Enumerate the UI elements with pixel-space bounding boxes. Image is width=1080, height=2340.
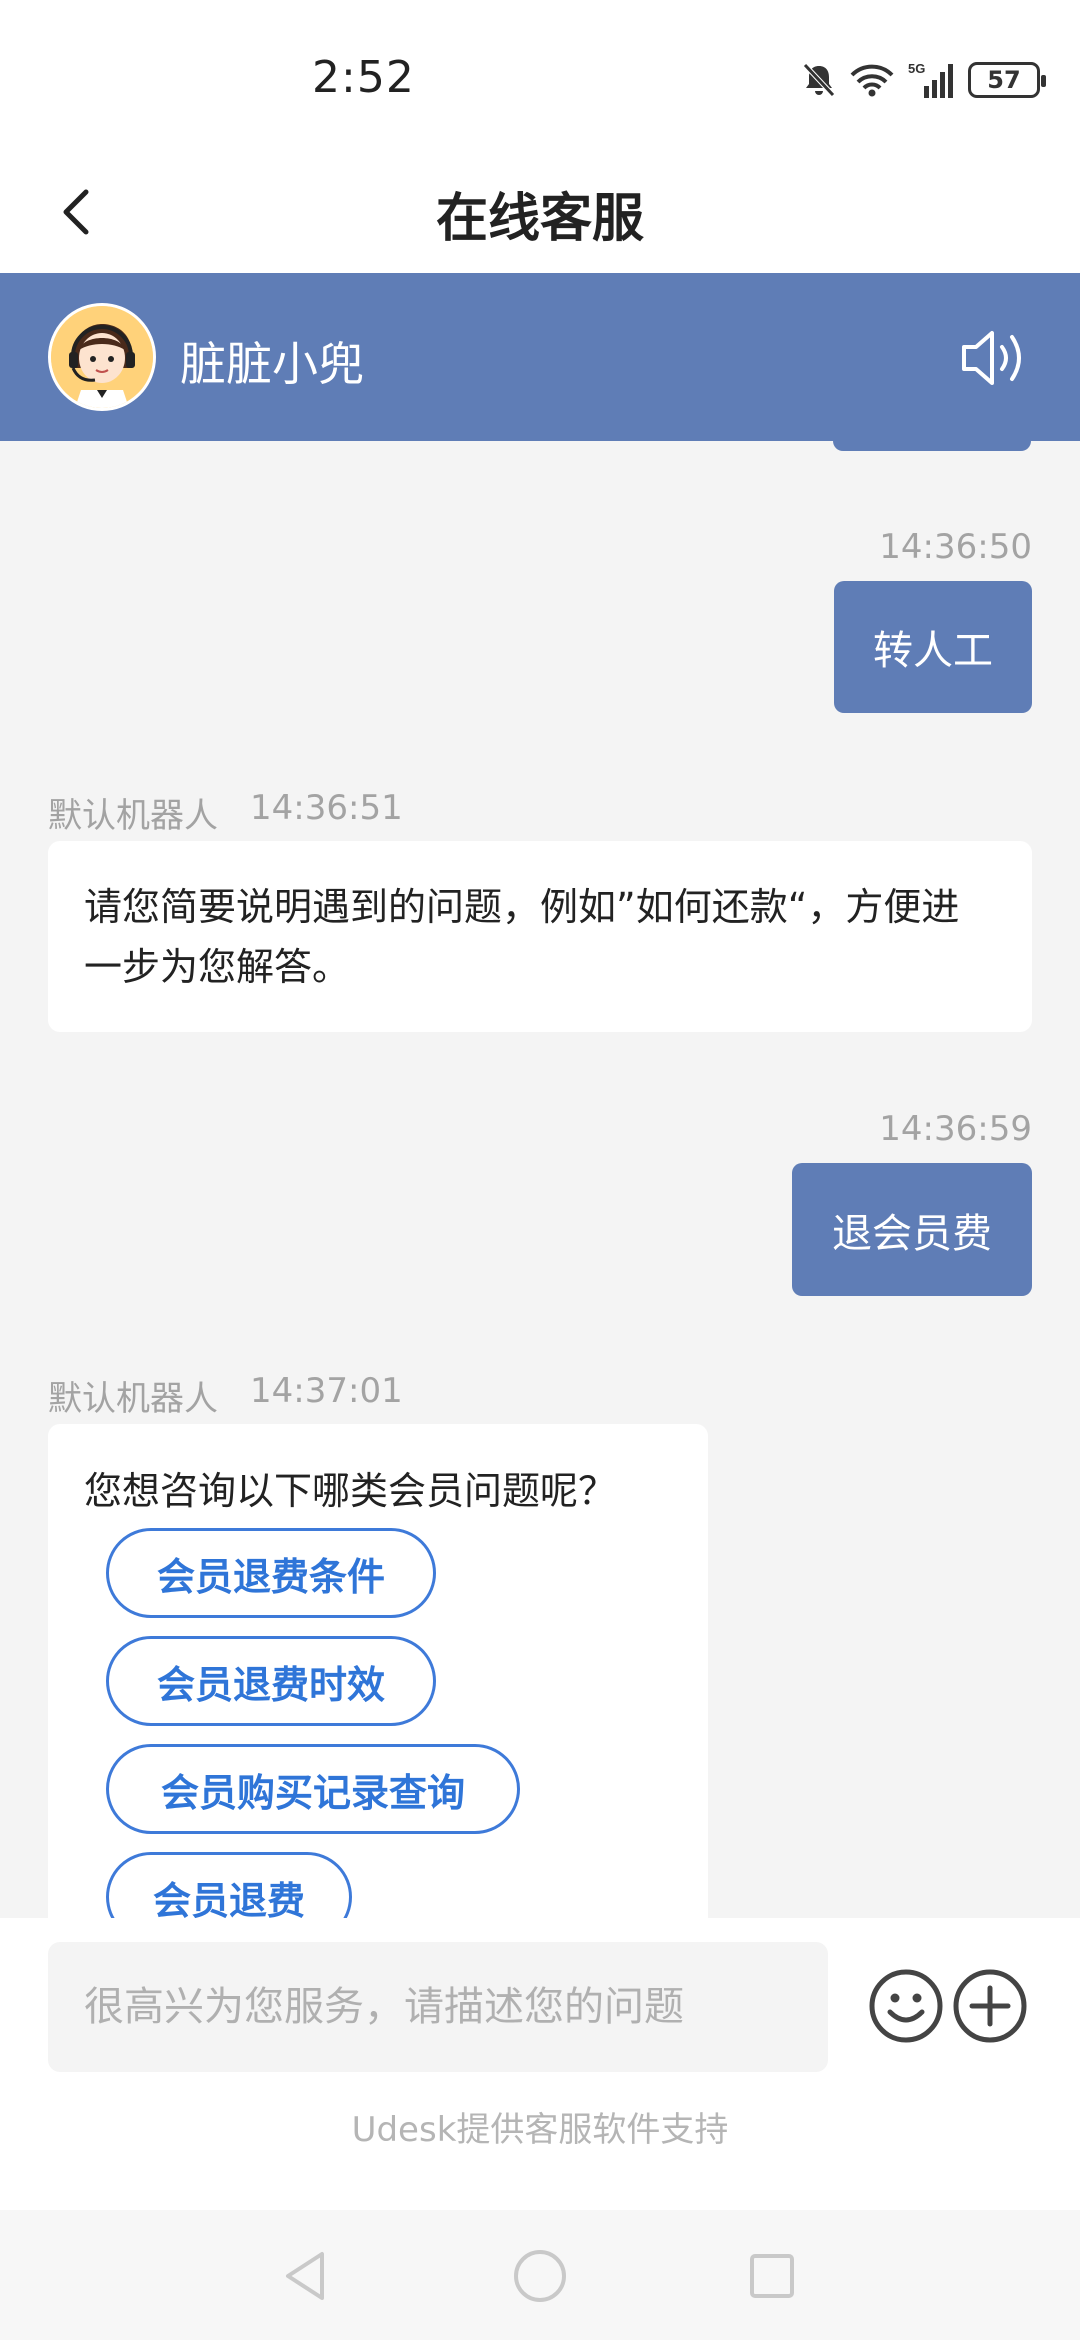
bot-options-bubble: 您想咨询以下哪类会员问题呢？ 会员退费条件 会员退费时效 会员购买记录查询 会员… <box>48 1424 708 1918</box>
bot-sender-name: 默认机器人 <box>48 1379 218 1419</box>
status-icons: 5G 57 <box>802 58 1046 102</box>
status-time: 2:52 <box>312 52 415 103</box>
option-button[interactable]: 会员退费条件 <box>106 1528 436 1618</box>
triangle-back-icon <box>286 2252 324 2300</box>
message-timestamp: 14:36:50 <box>879 527 1032 567</box>
message-timestamp: 14:37:01 <box>250 1371 403 1411</box>
message-input[interactable] <box>48 1942 828 2072</box>
user-message-bubble: 转人工 <box>834 581 1032 713</box>
square-recents-icon <box>750 2254 794 2298</box>
circle-home-icon <box>514 2250 566 2302</box>
input-area: Udesk提供客服软件支持 <box>0 1918 1080 2210</box>
mute-bell-icon <box>803 63 835 97</box>
option-button[interactable]: 会员购买记录查询 <box>106 1744 520 1834</box>
wifi-icon <box>850 64 894 97</box>
user-message-bubble: 退会员费 <box>792 1163 1032 1296</box>
powered-by-text: Udesk提供客服软件支持 <box>351 2110 729 2150</box>
system-back-button[interactable] <box>278 2246 338 2306</box>
message-input-box[interactable] <box>48 1942 828 2072</box>
plus-icon <box>953 1969 1027 2043</box>
bot-message-meta: 默认机器人 14:36:51 <box>48 788 403 837</box>
signal-icon: 5G <box>908 61 953 98</box>
option-button[interactable]: 会员退费 <box>106 1852 352 1918</box>
agent-header: 脏脏小兜 <box>0 273 1080 441</box>
message-timestamp: 14:36:51 <box>250 788 403 828</box>
bot-message-text: 请您简要说明遇到的问题，例如”如何还款“，方便进一步为您解答。 <box>84 885 960 989</box>
bot-sender-name: 默认机器人 <box>48 796 218 836</box>
emoji-button[interactable] <box>868 1968 944 2044</box>
chat-area[interactable]: 14:36:50 转人工 默认机器人 14:36:51 请您简要说明遇到的问题，… <box>0 441 1080 1918</box>
option-button[interactable]: 会员退费时效 <box>106 1636 436 1726</box>
emoji-icon <box>869 1969 943 2043</box>
speaker-icon <box>962 331 1021 385</box>
system-home-button[interactable] <box>510 2246 570 2306</box>
system-recents-button[interactable] <box>742 2246 802 2306</box>
system-nav-bar <box>0 2210 1080 2340</box>
bot-message-bubble: 请您简要说明遇到的问题，例如”如何还款“，方便进一步为您解答。 <box>48 841 1032 1032</box>
svg-text:5G: 5G <box>908 61 925 76</box>
sound-toggle-button[interactable] <box>960 323 1032 393</box>
agent-name: 脏脏小兜 <box>180 337 364 391</box>
screen: 2:52 5G 57 在线客服 脏脏小兜 14:36:50 转人工 默认机器人 … <box>0 0 1080 2340</box>
status-bar: 2:52 5G 57 <box>0 0 1080 150</box>
more-options-button[interactable] <box>952 1968 1028 2044</box>
page-title: 在线客服 <box>435 189 644 249</box>
bot-message-meta: 默认机器人 14:37:01 <box>48 1371 403 1420</box>
message-timestamp: 14:36:59 <box>879 1109 1032 1149</box>
agent-avatar <box>48 303 156 411</box>
bot-message-text: 您想咨询以下哪类会员问题呢？ <box>84 1469 617 1513</box>
nav-bar: 在线客服 <box>0 150 1080 273</box>
previous-message-bubble <box>833 441 1031 451</box>
battery-icon: 57 <box>968 62 1046 98</box>
